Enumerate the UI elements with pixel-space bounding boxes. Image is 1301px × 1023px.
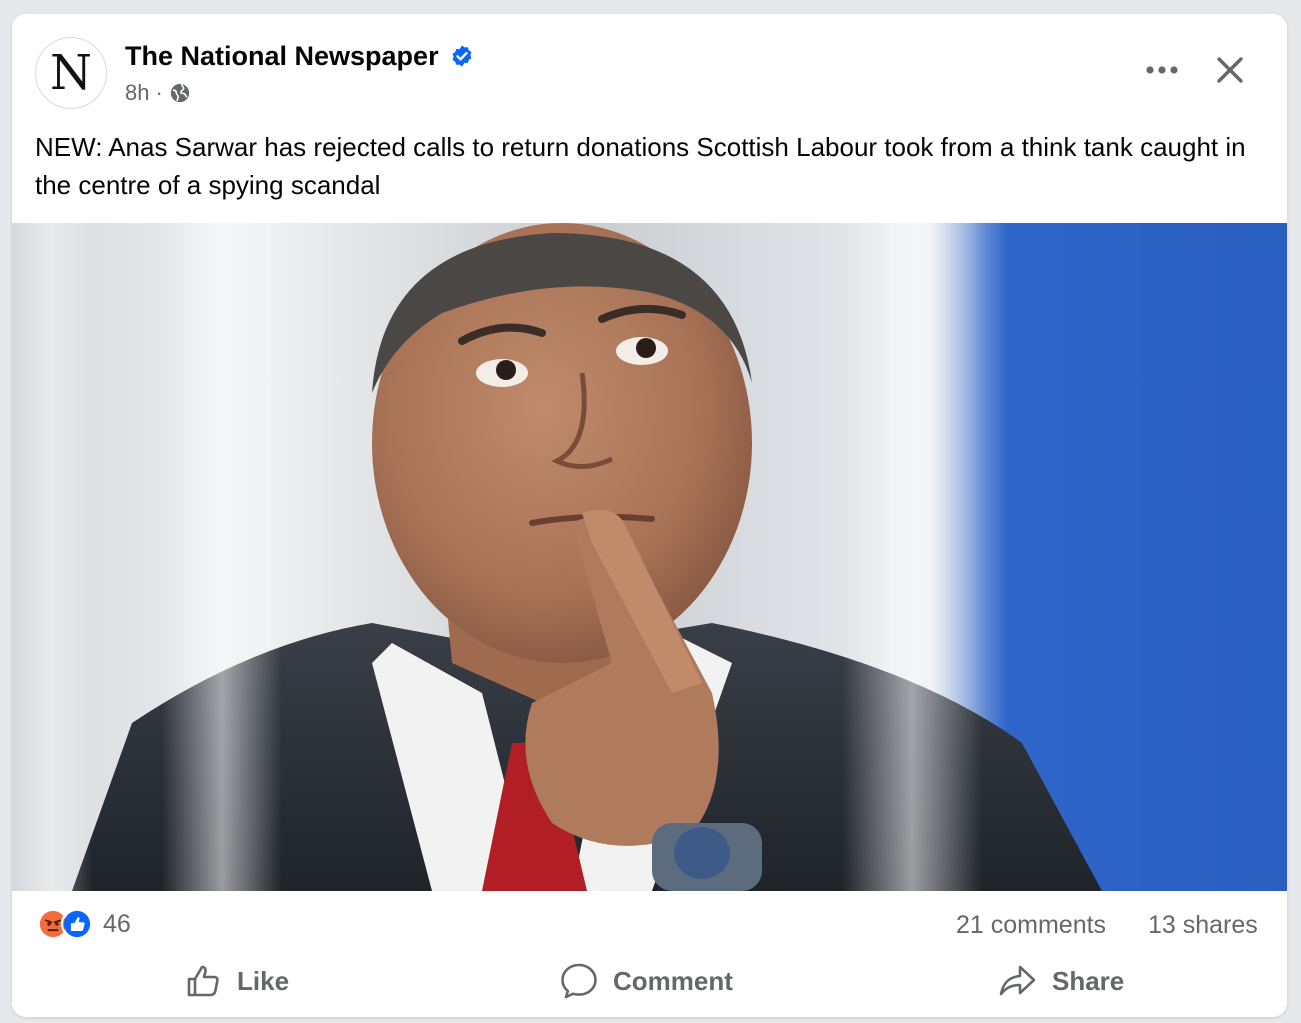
comments-count[interactable]: 21 comments: [956, 911, 1106, 940]
verified-badge-icon: [452, 45, 472, 67]
more-options-button[interactable]: [1140, 52, 1184, 88]
reactions-summary[interactable]: 46: [37, 908, 131, 940]
like-button[interactable]: Like: [185, 952, 289, 1010]
photo-illustration: [12, 223, 1287, 891]
post-photo[interactable]: [12, 223, 1287, 891]
comment-button[interactable]: Comment: [559, 952, 733, 1010]
meta-separator: ·: [155, 80, 163, 105]
reaction-count: 46: [103, 909, 131, 938]
share-icon: [999, 965, 1036, 996]
like-reaction-icon: [61, 908, 93, 940]
share-button[interactable]: Share: [998, 952, 1124, 1010]
more-options-icon: [1146, 66, 1178, 74]
post-meta: 8h ·: [125, 80, 191, 106]
globe-icon: [170, 83, 189, 103]
post-text: NEW: Anas Sarwar has rejected calls to r…: [35, 132, 1246, 200]
shares-count[interactable]: 13 shares: [1148, 911, 1258, 940]
page-avatar[interactable]: N: [35, 37, 107, 109]
post-timestamp[interactable]: 8h: [125, 80, 149, 106]
post-header: N The National Newspaper 8h ·: [12, 14, 1287, 114]
share-label: Share: [1052, 965, 1125, 996]
close-icon: [1217, 57, 1243, 83]
close-button[interactable]: [1208, 48, 1252, 92]
post-stats: 46 21 comments 13 shares: [12, 891, 1287, 940]
page-name-link[interactable]: The National Newspaper: [125, 41, 439, 72]
comment-label: Comment: [613, 965, 733, 996]
post-card: N The National Newspaper 8h · NEW: Anas …: [12, 14, 1287, 1017]
post-actions: Like Comment Share: [12, 952, 1287, 1010]
comment-icon: [561, 963, 597, 999]
avatar-letter: N: [50, 45, 92, 101]
like-label: Like: [237, 965, 290, 996]
like-icon: [187, 965, 219, 997]
